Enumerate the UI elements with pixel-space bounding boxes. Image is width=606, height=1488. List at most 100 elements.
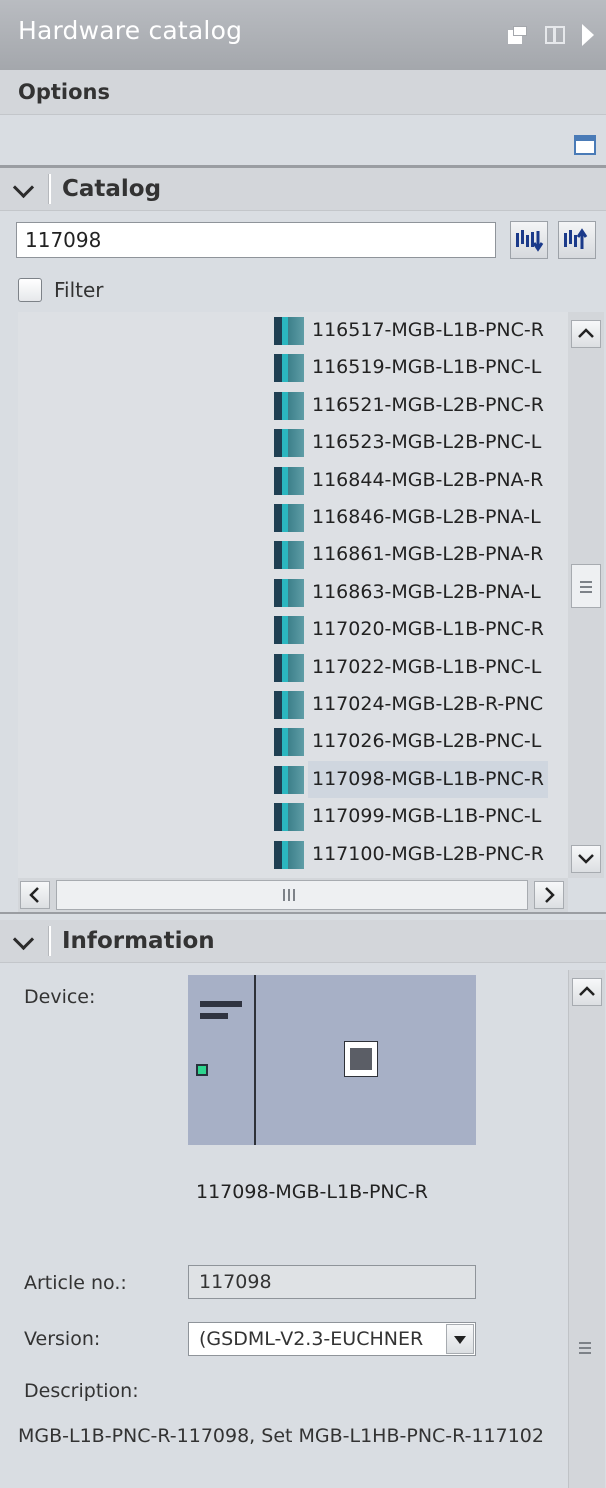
- module-icon: [274, 391, 304, 420]
- information-label: Information: [62, 928, 215, 954]
- module-icon: [274, 653, 304, 682]
- catalog-item-label: 116861-MGB-L2B-PNA-R: [312, 543, 544, 566]
- catalog-label: Catalog: [62, 176, 162, 202]
- module-icon: [274, 429, 304, 458]
- search-up-button[interactable]: [558, 221, 596, 259]
- module-icon: [274, 354, 304, 383]
- catalog-list: 116517-MGB-L1B-PNC-R 116519-MGB-L1B-PNC-L…: [18, 312, 568, 878]
- catalog-item[interactable]: 116519-MGB-L1B-PNC-L: [18, 349, 568, 386]
- version-label: Version:: [24, 1328, 101, 1350]
- catalog-item[interactable]: 117024-MGB-L2B-R-PNC: [18, 686, 568, 723]
- catalog-item-label-wrap: 117100-MGB-L2B-PNC-R: [308, 836, 548, 873]
- catalog-item[interactable]: 116863-MGB-L2B-PNA-L: [18, 574, 568, 611]
- device-image: [188, 975, 476, 1145]
- catalog-item-label: 116844-MGB-L2B-PNA-R: [312, 468, 544, 491]
- options-label: Options: [18, 80, 110, 104]
- catalog-item-label: 117098-MGB-L1B-PNC-R: [312, 767, 544, 790]
- scroll-right-icon: [545, 887, 555, 903]
- collapse-arrow-icon[interactable]: [582, 24, 594, 46]
- float-icon[interactable]: [508, 26, 528, 44]
- divider: [48, 174, 51, 204]
- module-icon: [274, 840, 304, 869]
- search-down-icon: [516, 230, 544, 252]
- catalog-item[interactable]: 116521-MGB-L2B-PNC-R: [18, 387, 568, 424]
- catalog-item-label: 116863-MGB-L2B-PNA-L: [312, 580, 541, 603]
- scroll-left-button[interactable]: [20, 881, 50, 909]
- catalog-item-label: 117099-MGB-L1B-PNC-L: [312, 805, 542, 828]
- article-label: Article no.:: [24, 1272, 127, 1294]
- scroll-left-icon: [29, 887, 39, 903]
- catalog-item-label-wrap: 116521-MGB-L2B-PNC-R: [308, 387, 548, 424]
- dropdown-arrow-icon[interactable]: [446, 1324, 474, 1354]
- scroll-up-icon: [578, 328, 594, 338]
- divider: [48, 926, 51, 956]
- catalog-item[interactable]: 117022-MGB-L1B-PNC-L: [18, 649, 568, 686]
- catalog-item[interactable]: 117098-MGB-L1B-PNC-R: [18, 760, 568, 798]
- filter-label: Filter: [54, 278, 104, 302]
- scroll-thumb[interactable]: [571, 564, 601, 608]
- catalog-item-label: 116846-MGB-L2B-PNA-L: [312, 506, 541, 528]
- search-down-button[interactable]: [510, 221, 548, 259]
- catalog-item-label-wrap: 117024-MGB-L2B-R-PNC: [308, 686, 547, 723]
- filter-checkbox[interactable]: [18, 278, 42, 302]
- catalog-item-label-wrap: 116844-MGB-L2B-PNA-R: [308, 462, 547, 499]
- catalog-vertical-scrollbar[interactable]: [568, 312, 604, 878]
- search-input[interactable]: [16, 222, 496, 258]
- catalog-item-label-wrap: 116846-MGB-L2B-PNA-L: [308, 499, 545, 536]
- scroll-up-button[interactable]: [572, 978, 602, 1006]
- device-port-icon: [344, 1041, 378, 1077]
- device-name: 117098-MGB-L1B-PNC-R: [196, 1181, 428, 1203]
- catalog-item-label: 116521-MGB-L2B-PNC-R: [312, 393, 544, 416]
- catalog-item-label: 116519-MGB-L1B-PNC-L: [312, 356, 542, 379]
- catalog-item-label: 117020-MGB-L1B-PNC-R: [312, 618, 544, 641]
- description-label: Description:: [24, 1380, 139, 1402]
- module-icon: [274, 765, 304, 794]
- scroll-down-button[interactable]: [571, 845, 601, 873]
- module-icon: [274, 541, 304, 570]
- catalog-item[interactable]: 116861-MGB-L2B-PNA-R: [18, 536, 568, 573]
- module-icon: [274, 466, 304, 495]
- module-icon: [274, 504, 304, 532]
- panel-icon[interactable]: [574, 135, 596, 155]
- scroll-right-button[interactable]: [534, 881, 564, 909]
- module-icon: [274, 317, 304, 345]
- catalog-item-label-wrap: 116863-MGB-L2B-PNA-L: [308, 574, 545, 611]
- catalog-item-label-wrap: 117099-MGB-L1B-PNC-L: [308, 798, 545, 835]
- device-label: Device:: [24, 986, 96, 1008]
- description-text: MGB-L1B-PNC-R-117098, Set MGB-L1HB-PNC-R…: [18, 1425, 544, 1447]
- catalog-item[interactable]: 117100-MGB-L2B-PNC-R: [18, 836, 568, 873]
- catalog-horizontal-scrollbar[interactable]: [18, 878, 568, 912]
- catalog-item-label: 117026-MGB-L2B-PNC-L: [312, 730, 542, 753]
- version-select[interactable]: (GSDML-V2.3-EUCHNER: [188, 1322, 476, 1356]
- catalog-item-label-wrap: 116523-MGB-L2B-PNC-L: [308, 424, 545, 461]
- catalog-item[interactable]: 116844-MGB-L2B-PNA-R: [18, 462, 568, 499]
- scroll-down-icon: [578, 854, 594, 864]
- catalog-item-label: 117024-MGB-L2B-R-PNC: [312, 693, 544, 715]
- catalog-item-label-wrap: 117020-MGB-L1B-PNC-R: [308, 611, 548, 648]
- catalog-item[interactable]: 116846-MGB-L2B-PNA-L: [18, 499, 568, 536]
- catalog-item[interactable]: 117020-MGB-L1B-PNC-R: [18, 611, 568, 648]
- horizontal-scroll-thumb[interactable]: [56, 880, 528, 910]
- article-field: 117098: [188, 1265, 476, 1299]
- catalog-item-label-wrap: 116517-MGB-L1B-PNC-R: [308, 312, 548, 349]
- catalog-item-label-wrap: 117026-MGB-L2B-PNC-L: [308, 723, 545, 760]
- catalog-item-label: 117100-MGB-L2B-PNC-R: [312, 842, 544, 865]
- module-icon: [274, 616, 304, 645]
- module-icon: [274, 578, 304, 607]
- catalog-item[interactable]: 116523-MGB-L2B-PNC-L: [18, 424, 568, 461]
- catalog-item[interactable]: 117026-MGB-L2B-PNC-L: [18, 723, 568, 760]
- catalog-item-label-wrap: 116861-MGB-L2B-PNA-R: [308, 536, 547, 573]
- split-icon[interactable]: [545, 26, 565, 44]
- scroll-up-button[interactable]: [571, 320, 601, 348]
- panel-title: Hardware catalog: [18, 16, 243, 45]
- catalog-item-label: 116517-MGB-L1B-PNC-R: [312, 319, 544, 341]
- catalog-item-label: 117022-MGB-L1B-PNC-L: [312, 655, 542, 678]
- catalog-item[interactable]: 117099-MGB-L1B-PNC-L: [18, 798, 568, 835]
- information-vertical-scrollbar[interactable]: [568, 970, 605, 1488]
- catalog-item[interactable]: 116517-MGB-L1B-PNC-R: [18, 312, 568, 349]
- catalog-item-label-wrap: 117098-MGB-L1B-PNC-R: [308, 760, 548, 798]
- options-toolbar: [0, 115, 606, 165]
- module-icon: [274, 691, 304, 719]
- divider: [0, 912, 606, 914]
- catalog-item-label-wrap: 116519-MGB-L1B-PNC-L: [308, 349, 545, 386]
